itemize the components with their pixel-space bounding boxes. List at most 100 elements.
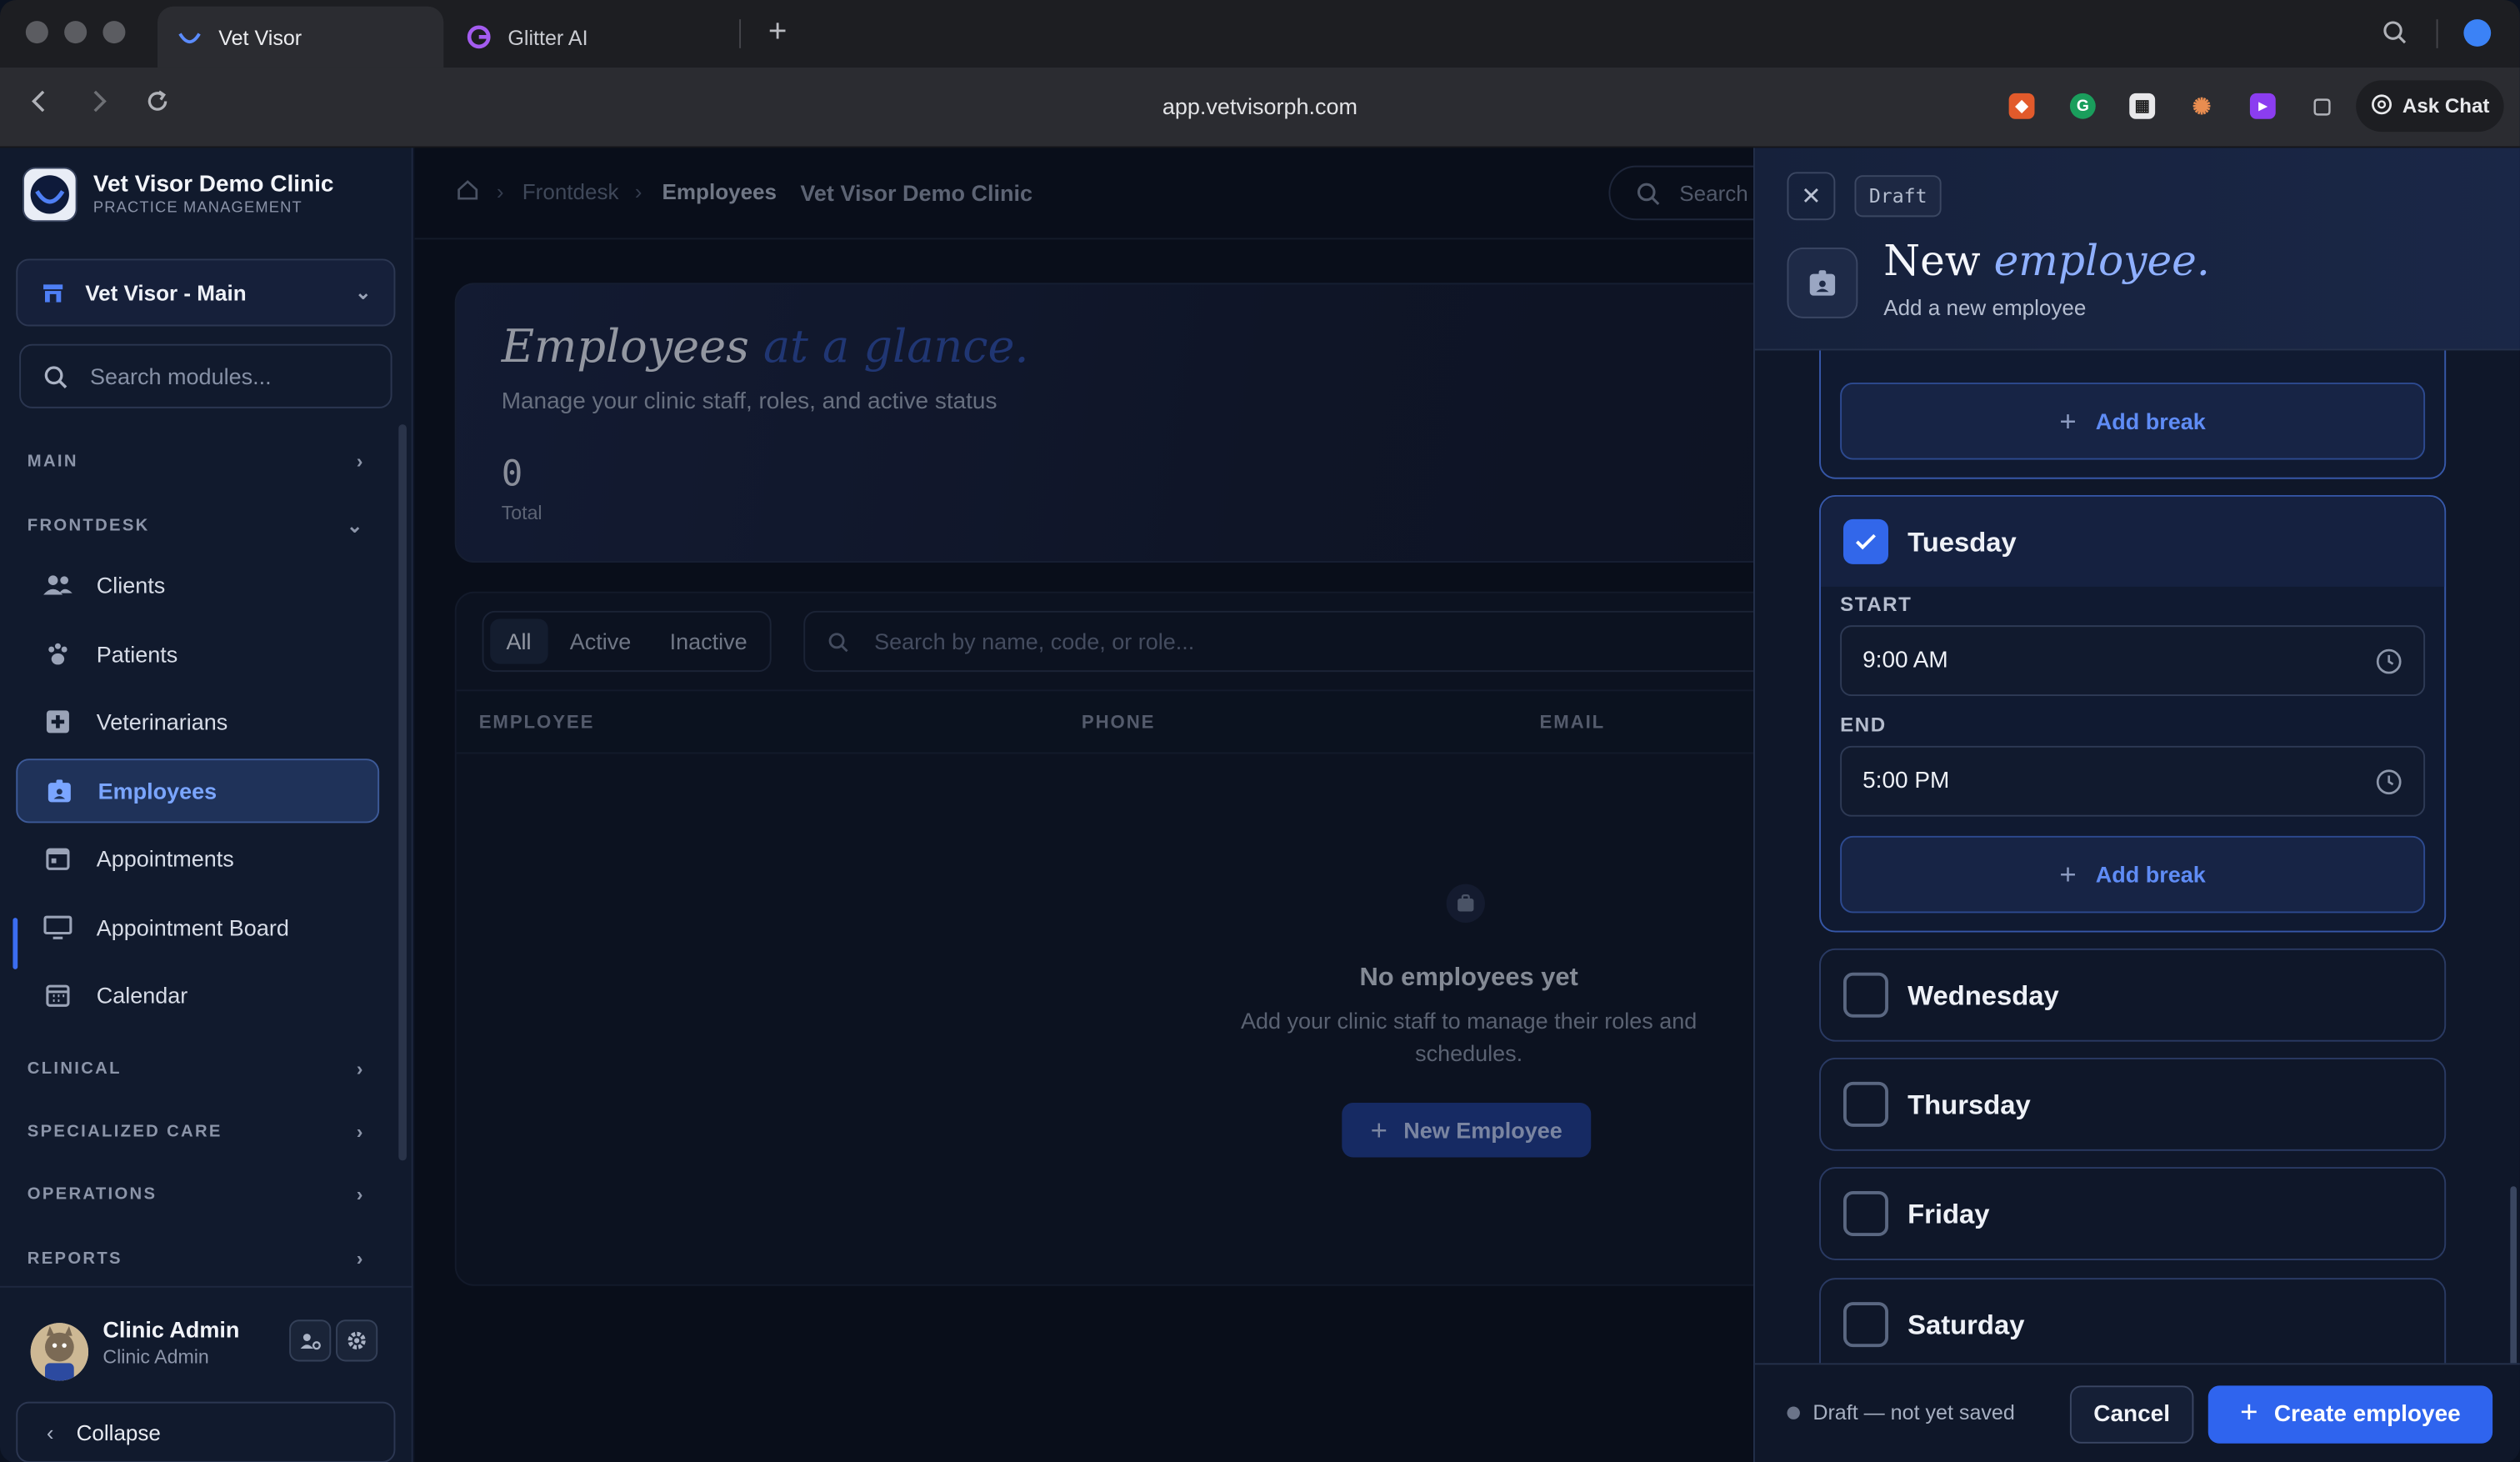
add-break-button[interactable]: + Add break	[1840, 835, 2426, 914]
start-label: START	[1840, 593, 1912, 616]
user-role: Clinic Admin	[102, 1345, 209, 1369]
tuesday-checkbox[interactable]	[1842, 518, 1888, 564]
ask-chat-label: Ask Chat	[2402, 94, 2490, 118]
friday-checkbox[interactable]	[1842, 1191, 1888, 1237]
add-break-button[interactable]: + Add break	[1840, 382, 2426, 460]
brand-subtitle: PRACTICE MANAGEMENT	[92, 199, 302, 218]
extension-purple-icon[interactable]: ▸	[2249, 93, 2276, 119]
new-tab-icon[interactable]: +	[768, 16, 788, 48]
status-badge: Draft	[1854, 175, 1942, 218]
chevron-down-icon: ⌄	[347, 514, 365, 538]
profile-icon[interactable]	[2463, 19, 2492, 47]
sidebar-scrollbar[interactable]	[398, 424, 407, 1161]
section-label: MAIN	[27, 451, 78, 472]
sidebar-item-calendar[interactable]: Calendar	[16, 963, 379, 1027]
section-specialized-care[interactable]: SPECIALIZED CARE ›	[28, 1120, 365, 1143]
window-minimize-button[interactable]	[64, 21, 88, 44]
brand[interactable]: Vet Visor Demo Clinic PRACTICE MANAGEMEN…	[22, 167, 334, 223]
claude-icon[interactable]: ✺	[2189, 93, 2215, 119]
section-operations[interactable]: OPERATIONS ›	[28, 1183, 365, 1205]
clock-icon	[2376, 648, 2402, 674]
sidebar-item-label: Calendar	[96, 982, 188, 1009]
day-name: Saturday	[1908, 1309, 2025, 1341]
day-card-thursday: Thursday	[1819, 1057, 2447, 1151]
section-frontdesk[interactable]: FRONTDESK ⌄	[28, 514, 365, 537]
day-card-friday: Friday	[1819, 1167, 2447, 1260]
title-accent: employee.	[1993, 238, 2210, 287]
store-icon	[40, 280, 66, 306]
branch-label: Vet Visor - Main	[85, 280, 247, 305]
end-time-field[interactable]: 5:00 PM	[1840, 745, 2426, 817]
section-clinical[interactable]: CLINICAL ›	[28, 1058, 365, 1080]
tab-glitter-ai[interactable]: Glitter AI	[447, 7, 720, 68]
glitter-ai-icon	[466, 24, 492, 50]
tab-vet-visor[interactable]: Vet Visor	[157, 6, 444, 68]
drawer-title: New employee.	[1883, 238, 2210, 286]
calendar-icon	[42, 843, 74, 875]
brand-logo-icon	[22, 167, 78, 223]
vetvisor-logo-icon	[177, 24, 202, 50]
module-search-input[interactable]: Search modules...	[19, 343, 392, 408]
collapse-button[interactable]: ‹ Collapse	[16, 1401, 396, 1462]
search-icon	[43, 364, 68, 388]
sidebar-item-patients[interactable]: Patients	[16, 622, 379, 686]
window-zoom-button[interactable]	[102, 21, 126, 44]
section-label: OPERATIONS	[27, 1184, 158, 1204]
medical-cross-icon	[42, 706, 74, 739]
section-main[interactable]: MAIN ›	[28, 450, 365, 473]
monitor-icon	[42, 911, 74, 944]
sidebar-item-label: Veterinarians	[96, 708, 228, 735]
plus-icon: +	[2059, 857, 2077, 890]
close-icon[interactable]: ✕	[1787, 172, 1836, 221]
collapse-label: Collapse	[76, 1419, 161, 1444]
users-icon	[42, 569, 74, 602]
end-time-value: 5:00 PM	[1862, 768, 1950, 794]
sidebar-item-label: Appointments	[96, 845, 234, 872]
sidebar-item-employees[interactable]: Employees	[16, 759, 380, 824]
add-break-label: Add break	[2095, 408, 2206, 434]
sidebar-item-veterinarians[interactable]: Veterinarians	[16, 689, 379, 754]
wednesday-checkbox[interactable]	[1842, 972, 1888, 1018]
search-tabs-icon[interactable]	[2382, 19, 2408, 53]
drawer-scrollbar[interactable]	[2510, 1186, 2518, 1364]
toolbar-divider	[2436, 19, 2438, 48]
thursday-checkbox[interactable]	[1842, 1081, 1888, 1127]
sidebar-item-appointment-board[interactable]: Appointment Board	[16, 895, 379, 959]
section-label: REPORTS	[27, 1249, 122, 1269]
sidebar-item-label: Appointment Board	[96, 914, 289, 941]
saturday-checkbox[interactable]	[1842, 1302, 1888, 1348]
extension-fox-icon[interactable]: ◆	[2008, 93, 2035, 119]
sidebar-item-appointments[interactable]: Appointments	[16, 826, 379, 890]
chevron-right-icon: ›	[356, 449, 365, 473]
status-dot	[1787, 1406, 1800, 1419]
new-employee-drawer: ✕ Draft New employee. Add a new employee…	[1752, 148, 2520, 1462]
drawer-subtitle: Add a new employee	[1883, 295, 2087, 320]
extension-puzzle-icon[interactable]: ▦	[2129, 93, 2156, 119]
day-name: Friday	[1908, 1199, 1990, 1230]
grammarly-icon[interactable]: G	[2069, 93, 2096, 119]
sidebar-item-clients[interactable]: Clients	[16, 553, 379, 617]
section-reports[interactable]: REPORTS ›	[28, 1248, 365, 1270]
avatar[interactable]	[30, 1323, 89, 1381]
chat-bubble-icon[interactable]: ▢	[2309, 93, 2335, 119]
ask-chat-button[interactable]: Ask Chat	[2356, 80, 2504, 133]
chevron-right-icon: ›	[356, 1183, 365, 1206]
branch-selector[interactable]: Vet Visor - Main ⌄	[16, 258, 396, 327]
start-time-value: 9:00 AM	[1862, 648, 1948, 674]
section-label: SPECIALIZED CARE	[27, 1122, 222, 1142]
window-close-button[interactable]	[25, 21, 48, 44]
browser-tab-bar: Vet Visor Glitter AI +	[0, 0, 2520, 68]
start-time-field[interactable]: 9:00 AM	[1840, 625, 2426, 697]
day-name: Tuesday	[1908, 527, 2017, 558]
search-placeholder: Search modules...	[89, 363, 272, 389]
brand-name: Vet Visor Demo Clinic	[92, 172, 334, 198]
day-card-tuesday: Tuesday START 9:00 AM END 5:00 PM + Add …	[1819, 494, 2447, 933]
paw-icon	[42, 638, 74, 671]
calendar-grid-icon	[42, 979, 74, 1011]
switch-user-icon[interactable]	[289, 1319, 332, 1362]
chevron-down-icon: ⌄	[355, 281, 372, 304]
settings-gear-icon[interactable]	[336, 1319, 378, 1362]
cancel-button[interactable]: Cancel	[2069, 1385, 2194, 1444]
create-employee-button[interactable]: + Create employee	[2208, 1385, 2493, 1444]
tab-label: Glitter AI	[508, 24, 588, 49]
